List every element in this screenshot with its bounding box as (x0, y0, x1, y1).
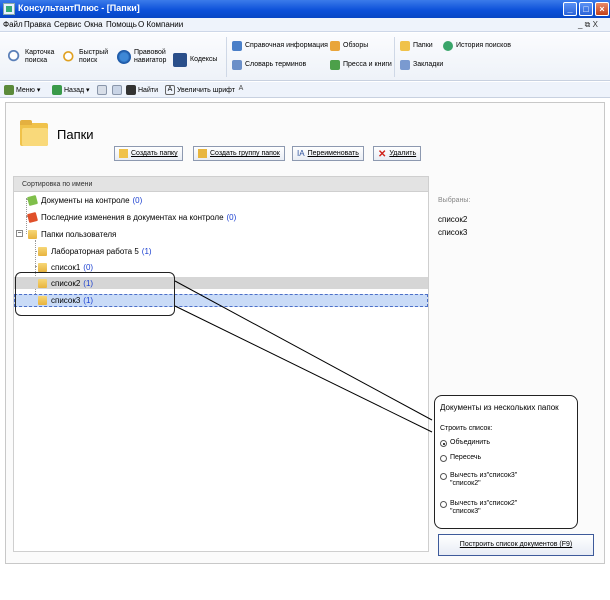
callout-lines (174, 280, 433, 433)
